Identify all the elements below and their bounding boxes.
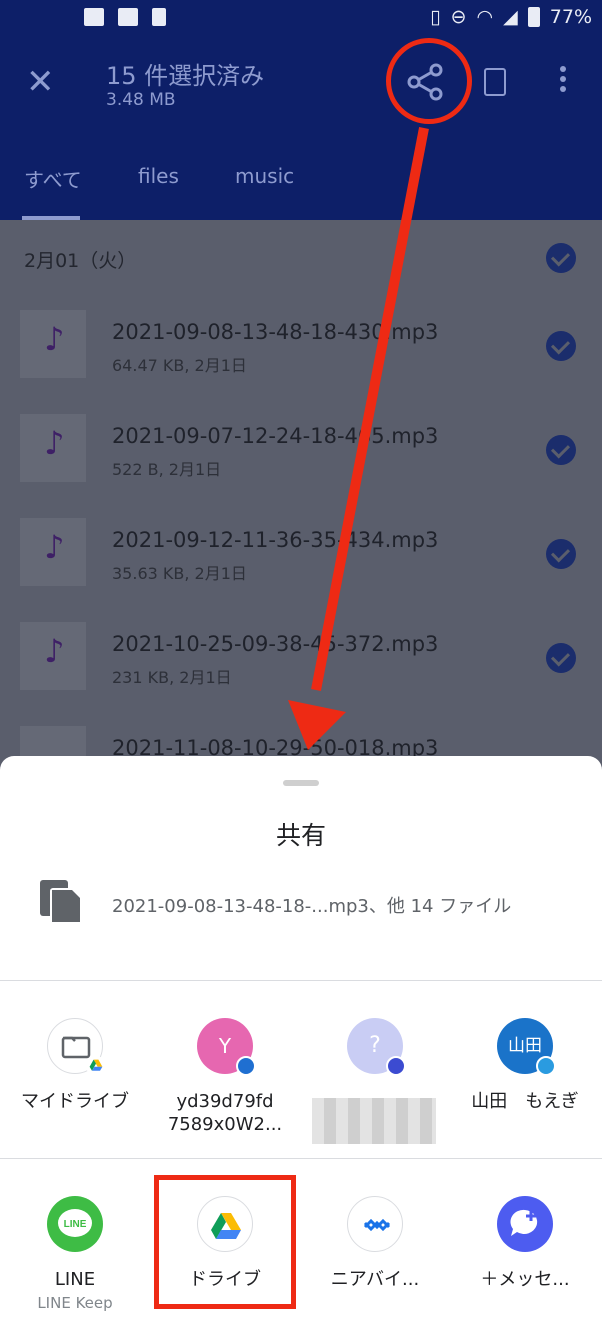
- dnd-icon: ⊖: [450, 6, 467, 28]
- blurred-label: [312, 1098, 436, 1144]
- line-app-icon: LINE: [47, 1196, 103, 1252]
- close-icon[interactable]: ✕: [26, 62, 55, 102]
- list-item[interactable]: ♪ 2021-09-08-13-48-18-430.mp3 64.47 KB, …: [0, 294, 602, 398]
- share-sheet-title: 共有: [275, 821, 326, 850]
- music-note-icon: ♪: [44, 320, 65, 358]
- tab-files[interactable]: files: [138, 164, 179, 188]
- selection-size: 3.48 MB: [106, 90, 176, 110]
- app-badge-icon: [386, 1056, 406, 1076]
- date-header-label: 2月01（火）: [24, 250, 137, 272]
- svg-text:LINE: LINE: [64, 1219, 87, 1230]
- tab-music[interactable]: music: [235, 164, 294, 188]
- list-item[interactable]: ♪ 2021-10-25-09-38-45-372.mp3 231 KB, 2月…: [0, 606, 602, 710]
- battery-icon: [527, 7, 540, 27]
- battery-percent: 77%: [549, 6, 592, 28]
- vibrate-icon: ▯: [430, 6, 441, 28]
- file-name: 2021-10-25-09-38-45-372.mp3: [112, 632, 439, 656]
- music-thumbnail: ♪: [20, 414, 86, 482]
- list-item[interactable]: ♪ 2021-09-07-12-24-18-465.mp3 522 B, 2月1…: [0, 398, 602, 502]
- music-thumbnail: ♪: [20, 622, 86, 690]
- outlook-badge-icon: [236, 1056, 256, 1076]
- messages-app-icon: [497, 1196, 553, 1252]
- music-note-icon: ♪: [44, 632, 65, 670]
- music-note-icon: ♪: [44, 424, 65, 462]
- app-notification-icon: [118, 8, 138, 26]
- app-label: ニアバイ...: [330, 1269, 420, 1290]
- sd-card-icon: [152, 8, 166, 26]
- app-bar: ▯ ⊖ ◠ ◢ 77% ✕ 15 件選択済み 3.48 MB すべて files…: [0, 0, 602, 220]
- nearby-share-icon: [347, 1196, 403, 1252]
- status-bar: ▯ ⊖ ◠ ◢ 77%: [0, 0, 602, 38]
- music-thumbnail: ♪: [20, 310, 86, 378]
- tab-all[interactable]: すべて: [24, 164, 82, 193]
- file-name: 2021-09-08-13-48-18-430.mp3: [112, 320, 439, 344]
- music-note-icon: ♪: [44, 528, 65, 566]
- file-meta: 522 B, 2月1日: [112, 460, 222, 479]
- date-header: 2月01（火）: [0, 222, 602, 294]
- skype-badge-icon: [536, 1056, 556, 1076]
- drag-handle[interactable]: [283, 780, 319, 786]
- signal-icon: ◢: [503, 6, 518, 28]
- more-options-icon[interactable]: [558, 66, 568, 96]
- gallery-notification-icon: [84, 8, 104, 26]
- selected-check-icon[interactable]: [546, 539, 576, 569]
- tab-bar: すべて files music: [0, 150, 602, 220]
- select-all-check-icon[interactable]: [546, 243, 576, 273]
- delete-icon[interactable]: [484, 68, 506, 96]
- file-meta: 35.63 KB, 2月1日: [112, 564, 247, 583]
- music-thumbnail: ♪: [20, 518, 86, 586]
- tab-indicator: [22, 216, 80, 220]
- file-name: 2021-09-12-11-36-35-434.mp3: [112, 528, 439, 552]
- drive-badge-icon: [86, 1056, 106, 1076]
- share-description: 2021-09-08-13-48-18-...mp3、他 14 ファイル: [112, 896, 512, 917]
- file-name: 2021-09-07-12-24-18-465.mp3: [112, 424, 439, 448]
- selected-check-icon[interactable]: [546, 435, 576, 465]
- app-label: LINE: [54, 1269, 96, 1290]
- share-sheet: 共有 2021-09-08-13-48-18-...mp3、他 14 ファイル …: [0, 756, 602, 1331]
- file-meta: 64.47 KB, 2月1日: [112, 356, 247, 375]
- list-item[interactable]: ♪ 2021-09-12-11-36-35-434.mp3 35.63 KB, …: [0, 502, 602, 606]
- selected-check-icon[interactable]: [546, 643, 576, 673]
- target-label: 山田 もえぎ: [471, 1091, 579, 1112]
- app-label: ＋メッセ...: [480, 1269, 570, 1290]
- target-label: yd39d79fd 7589x0W2...: [167, 1091, 283, 1135]
- wifi-icon: ◠: [476, 6, 494, 28]
- annotation-circle: [386, 38, 472, 124]
- selected-check-icon[interactable]: [546, 331, 576, 361]
- target-label: マイドライブ: [21, 1091, 129, 1112]
- app-sublabel: LINE Keep: [37, 1294, 113, 1312]
- file-meta: 231 KB, 2月1日: [112, 668, 232, 687]
- divider: [0, 1158, 602, 1159]
- copy-icon[interactable]: [38, 878, 84, 926]
- divider: [0, 980, 602, 981]
- selection-count: 15 件選択済み: [106, 62, 265, 90]
- annotation-highlight-box: [154, 1175, 296, 1309]
